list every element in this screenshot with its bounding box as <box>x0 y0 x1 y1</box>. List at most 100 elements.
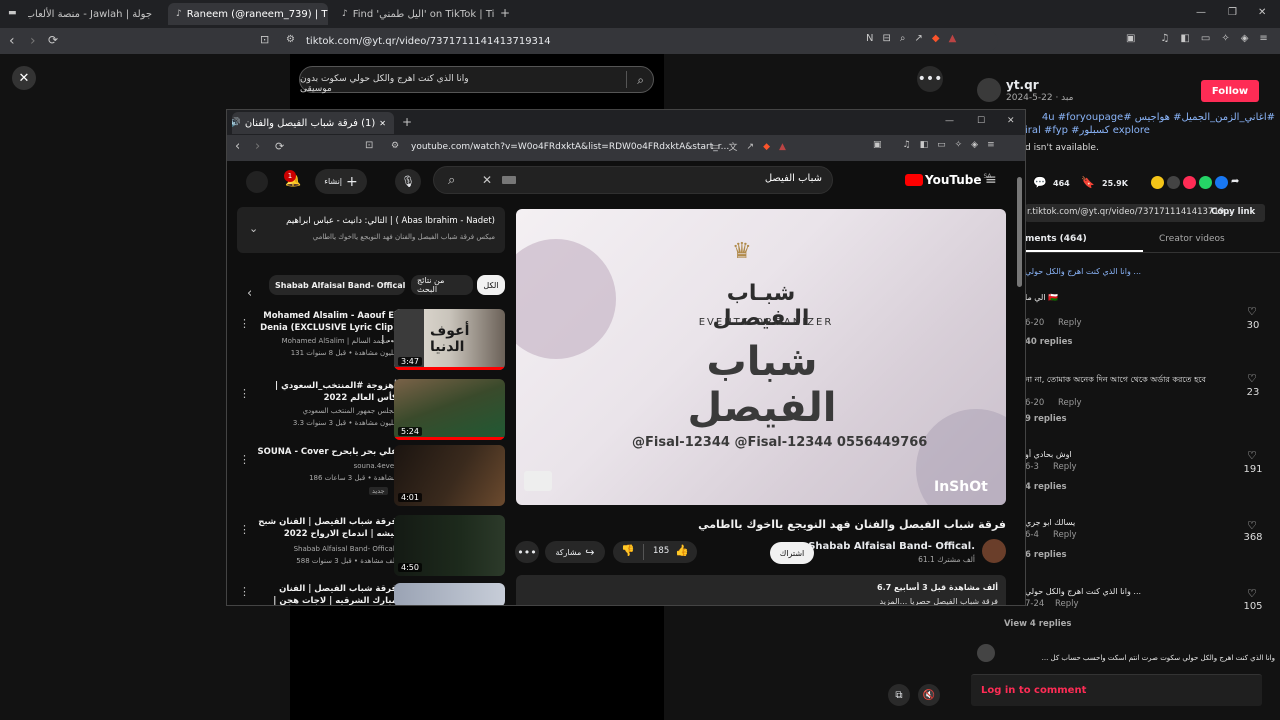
video-channel[interactable]: مجلس جمهور المنتخب السعودي <box>255 406 397 417</box>
copy-link-button[interactable]: Copy link <box>1211 207 1255 217</box>
close-tab-icon[interactable]: ✕ <box>379 119 386 128</box>
close-window-icon[interactable]: ✕ <box>1007 116 1015 126</box>
view-replies[interactable]: View 4 replies <box>1004 619 1072 629</box>
sidebar-icon[interactable]: ▣ <box>873 140 882 150</box>
restore-icon[interactable]: ☐ <box>977 116 985 126</box>
reply-button[interactable]: Reply <box>1053 462 1077 472</box>
more-vert-icon[interactable]: ⋮ <box>239 453 250 466</box>
login-to-comment-link[interactable]: Log in to comment <box>981 685 1086 696</box>
chip-all[interactable]: الكل <box>477 275 505 295</box>
restore-icon[interactable]: ❐ <box>1228 7 1237 18</box>
author-avatar[interactable] <box>977 78 1001 102</box>
heart-icon[interactable]: ♡ <box>1247 519 1257 532</box>
keyboard-icon[interactable] <box>502 176 516 184</box>
new-tab-icon[interactable]: + <box>402 115 412 129</box>
mute-button[interactable]: 🔇 <box>918 684 940 706</box>
whatsapp-icon[interactable] <box>1199 176 1212 189</box>
video-thumbnail[interactable]: 5:24 <box>394 379 505 440</box>
share-icon[interactable]: ↗ <box>747 140 755 153</box>
cast-icon[interactable]: ▭ <box>711 140 720 153</box>
minimize-icon[interactable]: — <box>1196 7 1206 18</box>
heart-icon[interactable]: ♡ <box>1247 587 1257 600</box>
reply-button[interactable]: Reply <box>1058 318 1082 328</box>
video-title[interactable]: أهزوجة #المنتخب_السعودي | كأس العالم 202… <box>255 380 397 404</box>
reply-button[interactable]: Reply <box>1053 530 1077 540</box>
tiktok-search-input[interactable]: وانا الذي كنت اهرج والكل حولي سكوت بدون … <box>299 66 654 94</box>
back-icon[interactable]: ‹ <box>9 33 15 49</box>
video-title[interactable]: SOUNA - Cover علي بحر يابحرح <box>255 446 397 458</box>
forward-icon[interactable]: › <box>255 139 260 154</box>
brave-shield-icon[interactable]: ◆ <box>932 33 940 44</box>
rewards-icon[interactable]: ▲ <box>949 33 957 44</box>
translate-icon[interactable]: 文 <box>729 140 738 153</box>
new-tab-icon[interactable]: + <box>500 6 510 20</box>
brave-shield-icon[interactable]: ◆ <box>763 140 770 153</box>
reload-icon[interactable]: ⟳ <box>48 33 58 47</box>
video-title[interactable]: فرقة شباب الفيصل | الفنان مبارك الشرقيه … <box>255 583 397 605</box>
forward-icon[interactable]: › <box>30 33 36 49</box>
panel-icon[interactable]: ◧ <box>1180 33 1189 44</box>
clear-search-icon[interactable]: ✕ <box>482 173 492 187</box>
close-video-button[interactable]: ✕ <box>12 66 36 90</box>
yt-search-box[interactable]: ⌕ ✕ شباب الفيصل <box>433 166 833 194</box>
more-vert-icon[interactable]: ⋮ <box>239 317 250 330</box>
wallet-icon[interactable]: ▭ <box>937 140 946 150</box>
vpn-icon[interactable]: ◈ <box>1241 33 1249 44</box>
menu-icon[interactable]: ≡ <box>1259 33 1267 44</box>
vpn-icon[interactable]: ◈ <box>971 140 978 150</box>
reload-icon[interactable]: ⟳ <box>275 140 284 153</box>
zoom-icon[interactable]: ⌕ <box>900 33 906 44</box>
music-icon[interactable]: ♫ <box>1160 33 1169 44</box>
channel-name[interactable]: Shabab Alfaisal Band- Offical. <box>787 541 975 552</box>
commenter-avatar[interactable] <box>977 644 995 662</box>
video-thumbnail[interactable]: 4:01 <box>394 445 505 506</box>
more-options-button[interactable]: ••• <box>917 66 943 92</box>
tab-find[interactable]: ♪ Find 'اليل طمني' on TikTok | TikTok Se… <box>334 3 494 25</box>
video-channel[interactable]: Shabab Alfaisal Band- Offical. <box>255 544 397 555</box>
dislike-icon[interactable]: 👎 <box>621 544 635 557</box>
subscribe-button[interactable]: اشتراك <box>770 542 814 564</box>
chip-from-search[interactable]: من نتائج البحث <box>411 275 473 295</box>
view-replies[interactable]: 9 replies <box>1025 414 1067 424</box>
heart-icon[interactable]: ♡ <box>1247 449 1257 462</box>
chips-left-arrow-icon[interactable]: ‹ <box>247 286 252 301</box>
main-video-player[interactable]: ♛ شبـاب الـفيصـل EVENTS ORGANIZER شباب ا… <box>516 209 1006 505</box>
search-icon[interactable]: ⌕ <box>637 73 644 88</box>
video-thumbnail[interactable]: 4:50 <box>394 515 505 576</box>
bookmark-icon[interactable]: ⊡ <box>260 33 269 46</box>
panel-icon[interactable]: ◧ <box>920 140 929 150</box>
more-vert-icon[interactable]: ⋮ <box>239 387 250 400</box>
more-vert-icon[interactable]: ⋮ <box>239 585 250 598</box>
channel-avatar[interactable] <box>982 539 1006 563</box>
reply-button[interactable]: Reply <box>1058 398 1082 408</box>
heart-icon[interactable]: ♡ <box>1247 372 1257 385</box>
music-icon[interactable]: ♫ <box>903 140 911 150</box>
browser-menu-icon[interactable]: ▬ <box>8 8 17 18</box>
share-icon[interactable]: ↗ <box>914 33 922 44</box>
close-window-icon[interactable]: ✕ <box>1258 7 1266 18</box>
coin-share-icon[interactable] <box>1151 176 1164 189</box>
view-replies[interactable]: 6 replies <box>1025 550 1067 560</box>
description-box[interactable]: 6.7 ألف مشاهدة قبل 3 أسابيع فرقة شباب ال… <box>516 575 1006 605</box>
site-info-icon[interactable]: ⚙ <box>391 141 399 151</box>
more-share-icon[interactable]: ➦ <box>1231 176 1239 189</box>
video-channel[interactable]: Mohamed AlSalim | محمد السالم ✓ <box>255 336 397 347</box>
hamburger-icon[interactable]: ≡ <box>985 172 997 188</box>
reply-button[interactable]: Reply <box>1055 599 1079 609</box>
minimize-icon[interactable]: — <box>945 116 954 126</box>
wallet-icon[interactable]: ▭ <box>1201 33 1210 44</box>
share-button[interactable]: مشاركة ↪ <box>545 541 605 563</box>
leo-icon[interactable]: ✧ <box>1221 33 1229 44</box>
chevron-down-icon[interactable]: ⌄ <box>249 222 258 235</box>
tab-comments[interactable]: ments (464) <box>1025 234 1087 244</box>
search-icon[interactable]: ⌕ <box>448 173 455 188</box>
back-icon[interactable]: ‹ <box>235 139 240 154</box>
create-button[interactable]: إنشاء + <box>315 169 367 194</box>
more-actions-button[interactable]: ••• <box>515 541 539 563</box>
author-name[interactable]: yt.qr <box>1006 78 1039 92</box>
comment-icon[interactable]: 💬 <box>1033 176 1047 189</box>
chip-from-channel[interactable]: من Shabab Alfaisal Band- Offical <box>269 275 405 295</box>
sidebar-icon[interactable]: ▣ <box>1126 33 1135 44</box>
follow-button[interactable]: Follow <box>1201 80 1259 102</box>
voice-search-button[interactable]: 🎙 <box>395 169 421 194</box>
